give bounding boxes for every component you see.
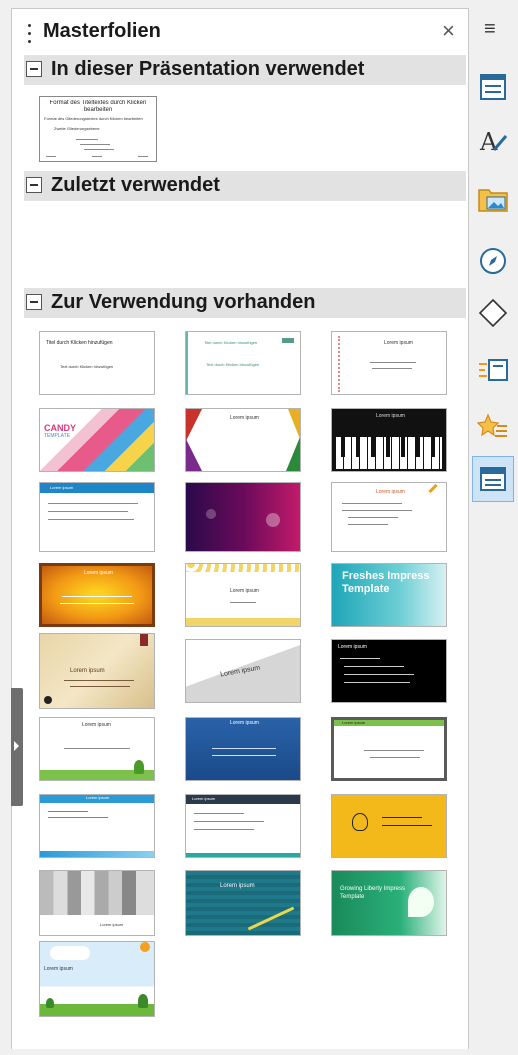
master-thumbnail[interactable]: CANDY TEMPLATE <box>39 408 155 472</box>
thumbnail-title: Lorem ipsum <box>219 664 261 679</box>
animation-icon[interactable] <box>472 406 514 448</box>
master-thumbnail[interactable]: Lorem ipsum <box>331 482 447 552</box>
master-thumbnail[interactable]: Titel durch Klicken hinzufügen Text durc… <box>185 331 301 395</box>
thumbnail-title: Lorem ipsum <box>86 795 110 800</box>
properties-icon[interactable] <box>472 66 514 108</box>
master-thumbnail-used[interactable]: Format des Titeltextes durch Klicken bea… <box>39 96 157 162</box>
thumbnail-title: Growing Liberty Impress Template <box>340 886 406 900</box>
master-thumbnail[interactable]: Titel durch Klicken hinzufügen Text durc… <box>39 331 155 395</box>
master-thumbnail[interactable]: Lorem ipsum <box>39 482 155 552</box>
master-thumbnail[interactable]: Lorem ipsum <box>331 331 447 395</box>
master-thumbnail[interactable] <box>185 482 301 552</box>
thumbnail-title: Lorem ipsum <box>376 413 405 419</box>
master-thumbnail[interactable]: Lorem ipsum <box>39 794 155 858</box>
master-slides-icon[interactable] <box>472 456 514 502</box>
master-thumbnail[interactable] <box>331 794 447 858</box>
thumbnail-title: CANDY <box>44 423 77 433</box>
section-label: In dieser Präsentation verwendet <box>51 58 365 80</box>
thumbnail-title: Lorem ipsum <box>230 588 259 594</box>
slide-transition-icon[interactable] <box>472 350 514 392</box>
thumbnail-title: Lorem ipsum <box>84 570 113 576</box>
thumbnail-title: Lorem ipsum <box>70 668 105 674</box>
thumbnail-title: Lorem ipsum <box>230 415 259 421</box>
thumbnail-title: Lorem ipsum <box>220 883 255 889</box>
used-master-title: Format des Titeltextes durch Klicken bea… <box>49 100 147 113</box>
section-available[interactable]: Zur Verwendung vorhanden <box>24 288 466 318</box>
sidebar-menu-icon[interactable]: ≡ <box>484 18 496 41</box>
deck-title-row: Masterfolien × <box>24 18 464 48</box>
thumbnail-title: Lorem ipsum <box>82 722 111 728</box>
master-thumbnail[interactable]: Lorem ipsum <box>331 408 447 472</box>
master-thumbnail[interactable]: Lorem ipsum <box>39 941 155 1017</box>
master-thumbnail[interactable]: Lorem ipsum <box>39 633 155 709</box>
section-label: Zuletzt verwendet <box>51 174 220 196</box>
master-thumbnail[interactable]: Lorem ipsum <box>185 639 301 703</box>
thumbnail-subtitle: TEMPLATE <box>44 433 71 439</box>
master-thumbnail[interactable]: Lorem ipsum <box>39 563 155 627</box>
svg-text:A: A <box>479 128 498 156</box>
thumbnail-title: Lorem ipsum <box>192 796 216 801</box>
thumbnail-title: Titel durch Klicken hinzufügen <box>204 340 258 345</box>
sidebar-tabbar: ≡ A <box>470 8 518 1048</box>
thumbnail-title: Lorem ipsum <box>342 720 366 725</box>
master-thumbnail[interactable]: Lorem ipsum <box>331 717 447 781</box>
thumbnail-title: Lorem ipsum <box>376 489 405 495</box>
section-label: Zur Verwendung vorhanden <box>51 291 316 313</box>
used-master-bullet-1: Format des Gliederungstextes durch Klick… <box>44 116 143 121</box>
thumbnail-title: Lorem ipsum <box>50 485 74 490</box>
navigator-icon[interactable] <box>472 240 514 282</box>
thumbnail-title: Lorem ipsum <box>338 644 367 650</box>
panel-title: Masterfolien <box>43 20 161 42</box>
master-thumbnail[interactable]: Growing Liberty Impress Template <box>331 870 447 936</box>
thumbnail-title: Lorem ipsum <box>384 340 413 346</box>
used-master-bullet-2: Zweite Gliederungsebene <box>54 126 100 131</box>
close-icon[interactable]: × <box>442 18 455 44</box>
thumbnail-title: Titel durch Klicken hinzufügen <box>46 340 113 346</box>
master-thumbnail[interactable]: Lorem ipsum <box>185 870 301 936</box>
thumbnail-title: Freshes Impress Template <box>342 570 430 595</box>
thumbnail-title: Lorem ipsum <box>44 966 73 972</box>
gallery-icon[interactable] <box>472 178 514 220</box>
master-thumbnail[interactable]: Lorem ipsum <box>185 408 301 472</box>
master-thumbnail[interactable]: Lorem ipsum <box>331 639 447 703</box>
master-thumbnail[interactable]: Lorem ipsum <box>185 794 301 858</box>
thumbnail-subtitle: Text durch Klicken hinzufügen <box>206 362 260 367</box>
sidebar-collapse-handle[interactable] <box>11 688 23 806</box>
section-recently-used[interactable]: Zuletzt verwendet <box>24 171 466 201</box>
collapse-minus-icon[interactable] <box>26 177 42 193</box>
master-thumbnail[interactable]: Lorem ipsum <box>39 717 155 781</box>
master-thumbnail[interactable]: Lorem ipsum <box>39 870 155 936</box>
shapes-icon[interactable] <box>472 292 514 334</box>
section-used-in-presentation[interactable]: In dieser Präsentation verwendet <box>24 55 466 85</box>
master-thumbnail[interactable]: Freshes Impress Template <box>331 563 447 627</box>
master-thumbnail[interactable]: Lorem ipsum <box>185 717 301 781</box>
thumbnail-subtitle: Text durch Klicken hinzufügen <box>60 364 114 369</box>
thumbnail-title: Lorem ipsum <box>100 922 124 927</box>
master-thumbnail[interactable]: Lorem ipsum <box>185 563 301 627</box>
styles-icon[interactable]: A <box>472 120 514 162</box>
drag-grip-icon[interactable] <box>28 24 31 43</box>
collapse-minus-icon[interactable] <box>26 294 42 310</box>
collapse-minus-icon[interactable] <box>26 61 42 77</box>
thumbnail-title: Lorem ipsum <box>230 720 259 726</box>
